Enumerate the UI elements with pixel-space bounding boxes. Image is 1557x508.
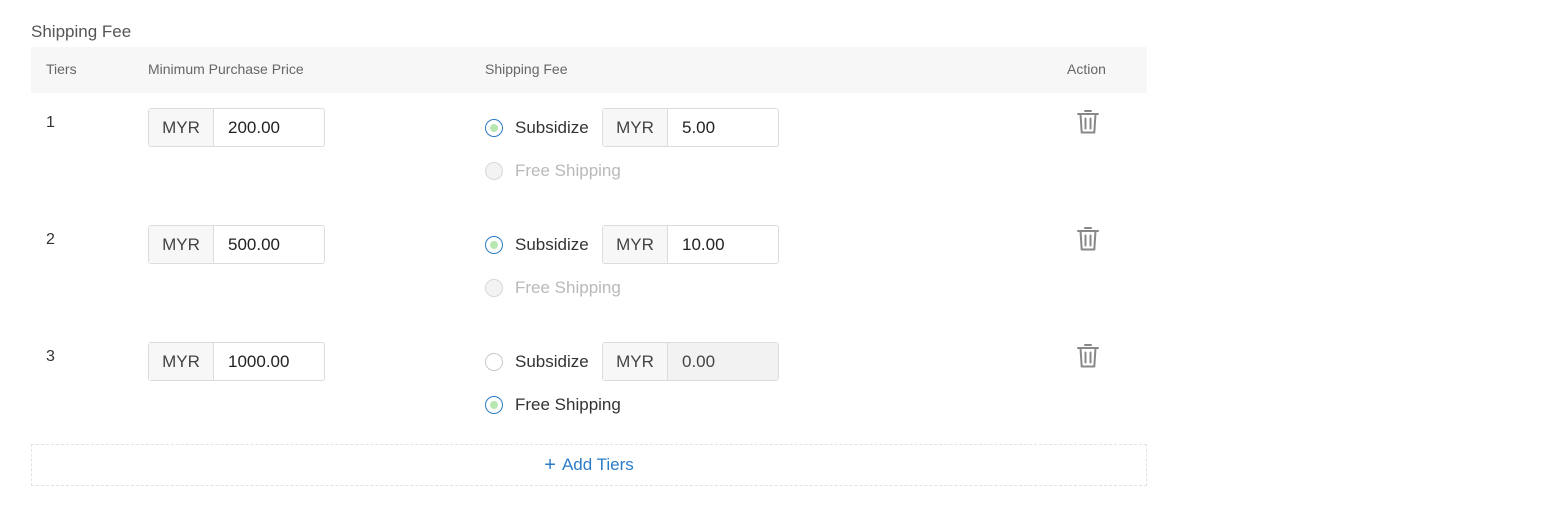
- section-title: Shipping Fee: [31, 22, 132, 41]
- free-shipping-option[interactable]: Free Shipping: [485, 161, 621, 181]
- shipping-fee-field[interactable]: MYR 5.00: [602, 108, 779, 147]
- subsidize-option[interactable]: Subsidize: [485, 118, 589, 138]
- subsidize-label: Subsidize: [515, 352, 589, 371]
- table-row: 2 MYR 500.00 Subsidize MYR 10.00 Free Sh…: [31, 210, 1147, 327]
- free-shipping-label: Free Shipping: [515, 395, 621, 414]
- subsidize-option[interactable]: Subsidize: [485, 235, 589, 255]
- min-price-field[interactable]: MYR 500.00: [148, 225, 325, 264]
- free-shipping-label: Free Shipping: [515, 278, 621, 297]
- column-header-min-price: Minimum Purchase Price: [148, 61, 304, 77]
- tier-number: 3: [46, 348, 55, 365]
- table-row: 1 MYR 200.00 Subsidize MYR 5.00 Free Shi…: [31, 93, 1147, 210]
- free-shipping-option[interactable]: Free Shipping: [485, 395, 621, 415]
- min-price-input[interactable]: 500.00: [214, 226, 324, 263]
- shipping-fee-input: 0.00: [668, 343, 778, 380]
- table-header: Tiers Minimum Purchase Price Shipping Fe…: [31, 47, 1147, 93]
- subsidize-label: Subsidize: [515, 118, 589, 137]
- column-header-tiers: Tiers: [46, 61, 77, 77]
- currency-prefix: MYR: [603, 343, 668, 380]
- add-tiers-button[interactable]: + Add Tiers: [31, 444, 1147, 486]
- free-shipping-radio[interactable]: [485, 279, 503, 297]
- subsidize-radio[interactable]: [485, 119, 503, 137]
- table-row: 3 MYR 1000.00 Subsidize MYR 0.00 Free Sh…: [31, 327, 1147, 444]
- free-shipping-option[interactable]: Free Shipping: [485, 278, 621, 298]
- free-shipping-radio[interactable]: [485, 162, 503, 180]
- currency-prefix: MYR: [149, 109, 214, 146]
- add-tiers-label: Add Tiers: [561, 455, 634, 474]
- trash-icon[interactable]: [1076, 343, 1100, 369]
- currency-prefix: MYR: [603, 226, 668, 263]
- subsidize-radio[interactable]: [485, 353, 503, 371]
- column-header-action: Action: [1067, 61, 1106, 77]
- tier-number: 1: [46, 114, 55, 131]
- min-price-input[interactable]: 1000.00: [214, 343, 324, 380]
- shipping-fee-field: MYR 0.00: [602, 342, 779, 381]
- column-header-shipping-fee: Shipping Fee: [485, 61, 568, 77]
- min-price-field[interactable]: MYR 200.00: [148, 108, 325, 147]
- min-price-field[interactable]: MYR 1000.00: [148, 342, 325, 381]
- currency-prefix: MYR: [603, 109, 668, 146]
- shipping-tiers-table: Tiers Minimum Purchase Price Shipping Fe…: [31, 47, 1147, 444]
- currency-prefix: MYR: [149, 343, 214, 380]
- tier-number: 2: [46, 231, 55, 248]
- subsidize-option[interactable]: Subsidize: [485, 352, 589, 372]
- subsidize-label: Subsidize: [515, 235, 589, 254]
- free-shipping-radio[interactable]: [485, 396, 503, 414]
- subsidize-radio[interactable]: [485, 236, 503, 254]
- shipping-fee-field[interactable]: MYR 10.00: [602, 225, 779, 264]
- currency-prefix: MYR: [149, 226, 214, 263]
- shipping-fee-input[interactable]: 10.00: [668, 226, 778, 263]
- plus-icon: +: [544, 454, 556, 476]
- trash-icon[interactable]: [1076, 109, 1100, 135]
- free-shipping-label: Free Shipping: [515, 161, 621, 180]
- shipping-fee-input[interactable]: 5.00: [668, 109, 778, 146]
- min-price-input[interactable]: 200.00: [214, 109, 324, 146]
- trash-icon[interactable]: [1076, 226, 1100, 252]
